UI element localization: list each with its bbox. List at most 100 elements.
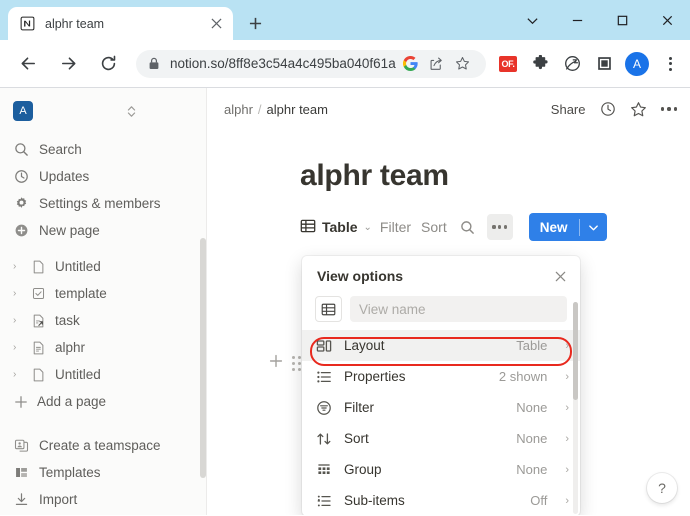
address-bar[interactable]: notion.so/8ff8e3c54a4c495ba040f61a0c9...	[136, 49, 486, 78]
menu-label: Sort	[344, 431, 369, 446]
chevron-right-icon[interactable]: ›	[565, 402, 569, 414]
page-title: alphr team	[300, 159, 449, 192]
reload-icon[interactable]	[93, 49, 123, 79]
chevron-down-icon[interactable]: ⌄	[364, 222, 372, 233]
drag-handle-icon[interactable]	[292, 355, 301, 371]
bookmark-star-icon[interactable]	[450, 52, 474, 76]
forward-icon[interactable]	[53, 49, 83, 79]
chevron-right-icon[interactable]: ›	[565, 433, 569, 445]
help-button[interactable]: ?	[647, 473, 677, 503]
menu-row-properties[interactable]: Properties 2 shown ›	[302, 361, 580, 392]
leaf-icon[interactable]	[559, 51, 585, 77]
templates-icon	[13, 464, 30, 481]
popover-header: View options	[302, 256, 580, 296]
page-label: template	[55, 286, 107, 301]
breadcrumb-parent[interactable]: alphr	[224, 102, 253, 117]
of-extension-icon[interactable]: OF.	[495, 51, 521, 77]
window-close-icon[interactable]	[645, 2, 690, 38]
new-label: New	[539, 219, 568, 235]
teamspace-icon	[13, 437, 30, 454]
new-record-button[interactable]: New	[528, 213, 607, 241]
google-icon[interactable]	[398, 52, 422, 76]
star-icon[interactable]	[630, 101, 647, 118]
chevron-updown-icon[interactable]	[126, 105, 137, 118]
sidebar-item-label: Templates	[39, 465, 101, 480]
sidebar-page-untitled-2[interactable]: › Untitled	[0, 361, 206, 388]
plus-circle-icon	[13, 222, 30, 239]
view-options-button[interactable]	[486, 214, 513, 240]
menu-value: None	[516, 431, 548, 446]
profile-avatar[interactable]: A	[625, 51, 649, 76]
workspace-switcher[interactable]: A	[0, 95, 206, 127]
page-label: task	[55, 313, 80, 328]
browser-tab[interactable]: alphr team	[8, 7, 233, 40]
sidebar-page-alphr[interactable]: › alphr	[0, 334, 206, 361]
breadcrumb-separator: /	[257, 101, 262, 117]
menu-row-layout[interactable]: Layout Table ›	[302, 330, 580, 361]
minimize-icon[interactable]	[555, 2, 600, 38]
menu-row-group[interactable]: Group None ›	[302, 454, 580, 485]
share-button[interactable]: Share	[551, 102, 586, 117]
sidebar-import[interactable]: Import	[0, 486, 206, 513]
chevron-right-icon[interactable]: ›	[13, 261, 24, 272]
clock-icon[interactable]	[600, 101, 616, 117]
maximize-icon[interactable]	[600, 2, 645, 38]
chevron-right-icon[interactable]: ›	[565, 371, 569, 383]
popover-scrollbar-thumb[interactable]	[573, 302, 578, 400]
menu-row-filter[interactable]: Filter None ›	[302, 392, 580, 423]
sidebar-item-new-page[interactable]: New page	[0, 217, 206, 244]
sidebar-item-updates[interactable]: Updates	[0, 163, 206, 190]
back-icon[interactable]	[13, 49, 43, 79]
close-icon[interactable]	[207, 15, 225, 33]
page-icon	[30, 260, 46, 274]
new-tab-button[interactable]	[242, 10, 268, 36]
sidebar-add-page[interactable]: Add a page	[0, 388, 206, 415]
view-name-row	[302, 296, 580, 330]
chevron-right-icon[interactable]: ›	[13, 342, 24, 353]
view-name-input[interactable]	[350, 296, 567, 322]
notion-favicon	[19, 15, 36, 32]
sort-button[interactable]: Sort	[419, 219, 449, 235]
breadcrumb-current[interactable]: alphr team	[267, 102, 328, 117]
view-tab-table[interactable]: Table ⌄	[300, 218, 372, 237]
chevron-right-icon[interactable]: ›	[13, 315, 24, 326]
table-icon[interactable]	[315, 296, 342, 322]
sidebar-page-task[interactable]: › task	[0, 307, 206, 334]
browser-window: alphr team notion.so/8ff8e3c54a4c495ba04…	[0, 0, 690, 516]
add-block-icon[interactable]	[269, 353, 283, 373]
chevron-right-icon[interactable]: ›	[13, 288, 24, 299]
sidebar-page-template[interactable]: › template	[0, 280, 206, 307]
chevron-down-icon[interactable]	[580, 222, 607, 233]
sidebar-item-label: Updates	[39, 169, 90, 184]
sidebar-scrollbar[interactable]	[200, 238, 206, 478]
sidebar-page-untitled-1[interactable]: › Untitled	[0, 253, 206, 280]
task-page-icon	[30, 314, 46, 328]
app-body: A Search Updates Settings & members New …	[0, 88, 690, 515]
url-text: notion.so/8ff8e3c54a4c495ba040f61a0c9...	[170, 56, 396, 71]
search-icon[interactable]	[455, 214, 481, 240]
table-icon	[300, 218, 316, 237]
menu-row-sort[interactable]: Sort None ›	[302, 423, 580, 454]
page-topbar: alphr / alphr team Share	[207, 88, 690, 130]
chevron-right-icon[interactable]: ›	[13, 369, 24, 380]
chevron-right-icon[interactable]: ›	[565, 464, 569, 476]
close-icon[interactable]	[554, 270, 567, 283]
share-icon[interactable]	[424, 52, 448, 76]
sidebar-templates[interactable]: Templates	[0, 459, 206, 486]
menu-row-subitems[interactable]: Sub-items Off ›	[302, 485, 580, 515]
more-icon[interactable]	[660, 107, 677, 111]
sidebar-item-search[interactable]: Search	[0, 136, 206, 163]
sidebar-item-settings[interactable]: Settings & members	[0, 190, 206, 217]
group-icon	[315, 462, 333, 478]
checkbox-page-icon	[30, 287, 46, 300]
sidebar-create-teamspace[interactable]: Create a teamspace	[0, 432, 206, 459]
puzzle-icon[interactable]	[527, 51, 553, 77]
lined-page-icon	[30, 341, 46, 355]
chevron-down-icon[interactable]	[510, 2, 555, 38]
square-icon[interactable]	[591, 51, 617, 77]
filter-icon	[315, 400, 333, 416]
filter-button[interactable]: Filter	[378, 219, 413, 235]
chevron-right-icon[interactable]: ›	[565, 495, 569, 507]
browser-menu-icon[interactable]	[658, 56, 682, 71]
chevron-right-icon[interactable]: ›	[565, 340, 569, 352]
